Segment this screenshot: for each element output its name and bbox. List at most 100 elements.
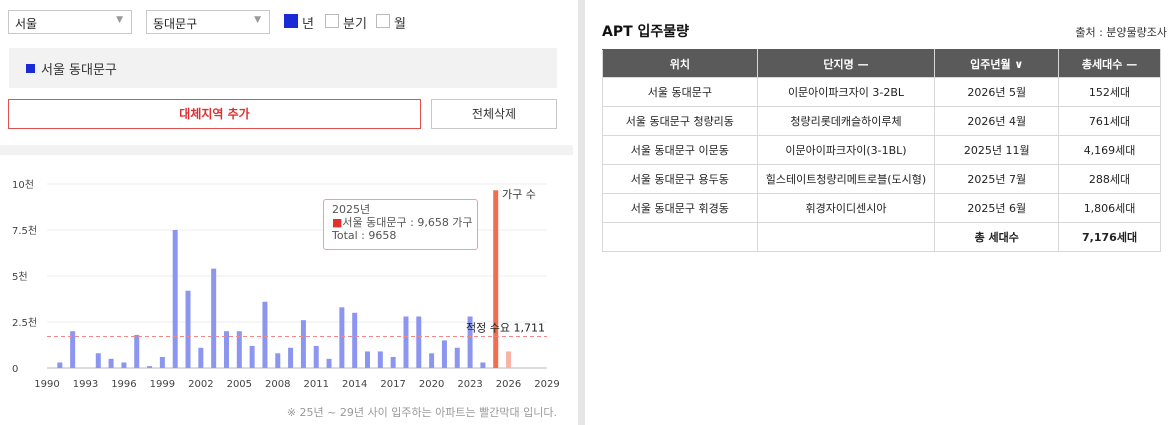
section-separator bbox=[0, 145, 573, 155]
table-row[interactable]: 서울 동대문구 이문아이파크자이 3-2BL 2026년 5월 152세대 bbox=[602, 77, 1161, 107]
chart-bar bbox=[480, 362, 486, 368]
col-location[interactable]: 위치 bbox=[602, 49, 758, 78]
x-tick-label: 2014 bbox=[342, 379, 367, 390]
x-tick-label: 2017 bbox=[380, 379, 405, 390]
tooltip-year: 2025년 bbox=[332, 203, 371, 216]
period-quarter-checkbox[interactable] bbox=[325, 14, 339, 28]
apt-source: 출처 : 분양물량조사 bbox=[1075, 26, 1167, 39]
x-tick-label: 2011 bbox=[304, 379, 329, 390]
chart-bar bbox=[403, 316, 409, 368]
x-tick-label: 2008 bbox=[265, 379, 290, 390]
chart-bar bbox=[300, 320, 306, 368]
chart-bar bbox=[159, 356, 165, 368]
period-quarter-label: 분기 bbox=[343, 17, 367, 32]
period-month-checkbox[interactable] bbox=[376, 14, 390, 28]
chart-bar bbox=[172, 230, 178, 368]
delete-all-button[interactable]: 전체삭제 bbox=[431, 99, 557, 129]
chart-bar bbox=[454, 347, 460, 368]
col-total-units[interactable]: 총세대수 — bbox=[1058, 49, 1161, 78]
table-row[interactable]: 서울 동대문구 이문동 이문아이파크자이(3-1BL) 2025년 11월 4,… bbox=[602, 135, 1161, 165]
district-select-value: 동대문구 bbox=[153, 17, 198, 31]
chart-bar bbox=[211, 268, 217, 368]
col-move-in-date[interactable]: 입주년월 ∨ bbox=[934, 49, 1060, 78]
period-year-checkbox[interactable] bbox=[284, 14, 298, 28]
series-label: 가구 수 bbox=[502, 188, 536, 201]
cell-complex-name: 이문아이파크자이 3-2BL bbox=[756, 77, 936, 107]
period-year-label: 년 bbox=[302, 17, 314, 32]
chart-bar bbox=[108, 358, 114, 368]
cell-total-units: 1,806세대 bbox=[1058, 193, 1161, 223]
city-select[interactable]: 서울 ▼ bbox=[8, 10, 132, 34]
chart-bar bbox=[365, 351, 371, 368]
cell-complex-name: 청량리롯데캐슬하이루체 bbox=[756, 106, 936, 136]
city-select-value: 서울 bbox=[15, 17, 38, 31]
chart-bar bbox=[57, 362, 63, 368]
cell-move-in-date: 2026년 5월 bbox=[934, 77, 1060, 107]
total-units-label: 총 세대수 bbox=[934, 222, 1060, 252]
x-tick-label: 1996 bbox=[111, 379, 136, 390]
selected-region-box: 서울 동대문구 bbox=[9, 48, 557, 88]
selected-region-label: 서울 동대문구 bbox=[41, 63, 117, 78]
left-panel: 서울 ▼ 동대문구 ▼ 년 분기 월 서울 동대문구 대체지역 추가 전체삭제 … bbox=[0, 0, 578, 425]
district-select[interactable]: 동대문구 ▼ bbox=[146, 10, 270, 34]
cell-location: 서울 동대문구 이문동 bbox=[602, 135, 758, 165]
cell-move-in-date: 2025년 6월 bbox=[934, 193, 1060, 223]
supply-bar-chart: 0 2.5천 5천 7.5천 10천 1990 1993 1996 1999 2002 2005 20… bbox=[12, 179, 560, 390]
apt-section-title: APT 입주물량 bbox=[602, 24, 690, 40]
cell-location: 서울 동대문구 bbox=[602, 77, 758, 107]
chart-bar bbox=[352, 312, 358, 368]
add-region-button[interactable]: 대체지역 추가 bbox=[8, 99, 421, 129]
tooltip-total: Total : 9658 bbox=[332, 229, 397, 242]
chart-bar bbox=[198, 347, 204, 368]
demand-line-label: 적정 수요 1,711 bbox=[466, 322, 545, 335]
y-tick-label: 7.5천 bbox=[12, 225, 37, 237]
chart-bar bbox=[262, 301, 268, 368]
cell-total-units: 288세대 bbox=[1058, 164, 1161, 194]
tooltip-series-marker: ■ bbox=[332, 216, 343, 229]
chart-bar bbox=[377, 351, 383, 368]
x-tick-label: 1999 bbox=[150, 379, 175, 390]
y-tick-label: 5천 bbox=[12, 271, 28, 283]
cell-empty bbox=[756, 222, 936, 252]
chart-bar bbox=[506, 351, 512, 368]
panel-divider[interactable] bbox=[578, 0, 585, 425]
chart-bar bbox=[249, 345, 255, 368]
cell-move-in-date: 2026년 4월 bbox=[934, 106, 1060, 136]
col-complex-name[interactable]: 단지명 — bbox=[756, 49, 936, 78]
table-total-row: 총 세대수 7,176세대 bbox=[602, 222, 1161, 252]
x-tick-label: 2020 bbox=[419, 379, 444, 390]
cell-complex-name: 이문아이파크자이(3-1BL) bbox=[756, 135, 936, 165]
chart-bar bbox=[185, 290, 191, 368]
table-row[interactable]: 서울 동대문구 청량리동 청량리롯데캐슬하이루체 2026년 4월 761세대 bbox=[602, 106, 1161, 136]
chart-footnote: ※ 25년 ~ 29년 사이 입주하는 아파트는 빨간막대 입니다. bbox=[286, 406, 557, 419]
table-row[interactable]: 서울 동대문구 용두동 힐스테이트청량리메트로블(도시형) 2025년 7월 2… bbox=[602, 164, 1161, 194]
tooltip-series-value: 서울 동대문구 : 9,658 가구 bbox=[342, 216, 473, 229]
y-tick-label: 2.5천 bbox=[12, 317, 37, 329]
chart-bar bbox=[121, 362, 127, 368]
cell-total-units: 152세대 bbox=[1058, 77, 1161, 107]
cell-move-in-date: 2025년 11월 bbox=[934, 135, 1060, 165]
cell-total-units: 761세대 bbox=[1058, 106, 1161, 136]
x-tick-label: 1993 bbox=[73, 379, 98, 390]
cell-location: 서울 동대문구 용두동 bbox=[602, 164, 758, 194]
cell-total-units: 4,169세대 bbox=[1058, 135, 1161, 165]
chart-bar bbox=[134, 334, 140, 368]
chevron-down-icon: ▼ bbox=[116, 15, 123, 25]
chart-bar bbox=[493, 190, 499, 368]
apt-table: 위치 단지명 — 입주년월 ∨ 총세대수 — 서울 동대문구 이문아이파크자이 … bbox=[602, 49, 1161, 252]
table-row[interactable]: 서울 동대문구 휘경동 휘경자이디센시아 2025년 6월 1,806세대 bbox=[602, 193, 1161, 223]
cell-complex-name: 힐스테이트청량리메트로블(도시형) bbox=[756, 164, 936, 194]
chart-bar bbox=[326, 358, 332, 368]
cell-location: 서울 동대문구 청량리동 bbox=[602, 106, 758, 136]
chart-bar bbox=[339, 307, 345, 368]
cell-complex-name: 휘경자이디센시아 bbox=[756, 193, 936, 223]
x-tick-label: 2026 bbox=[496, 379, 521, 390]
chart-bar bbox=[275, 353, 281, 368]
total-units-value: 7,176세대 bbox=[1058, 222, 1161, 252]
x-tick-label: 2002 bbox=[188, 379, 213, 390]
right-panel: APT 입주물량 출처 : 분양물량조사 위치 단지명 — 입주년월 ∨ 총세대… bbox=[585, 0, 1170, 425]
chart-bar bbox=[147, 366, 153, 368]
chart-bar bbox=[390, 356, 396, 368]
chart-bar bbox=[441, 340, 447, 368]
chart-tooltip: 2025년 ■서울 동대문구 : 9,658 가구 Total : 9658 bbox=[323, 199, 478, 250]
